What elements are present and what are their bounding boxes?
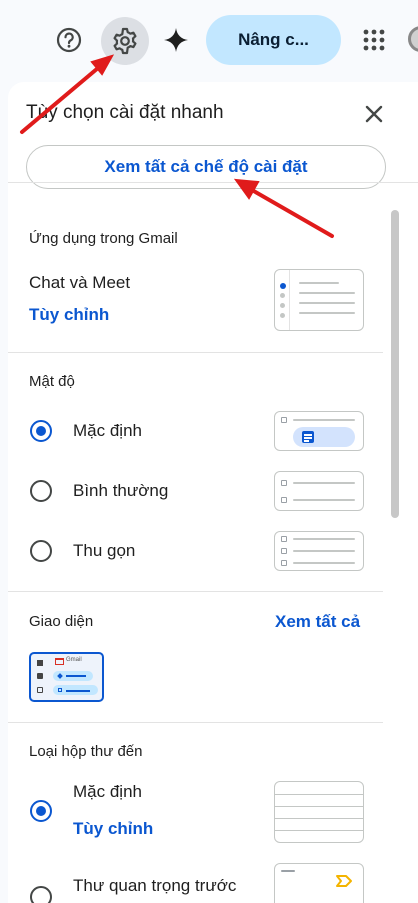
inbox-default-thumbnail xyxy=(274,781,364,843)
help-icon xyxy=(56,27,82,53)
density-compact-label[interactable]: Thu gọn xyxy=(73,541,135,561)
chat-meet-label: Chat và Meet xyxy=(29,273,131,292)
apps-grid-icon xyxy=(363,29,385,51)
section-divider xyxy=(8,591,383,592)
apps-customize-link[interactable]: Tùy chỉnh xyxy=(29,305,109,325)
inbox-default-radio[interactable] xyxy=(30,800,52,822)
help-button[interactable] xyxy=(47,18,91,62)
inbox-important-first-label[interactable]: Thư quan trọng trước xyxy=(73,876,236,896)
density-default-thumbnail xyxy=(274,411,364,451)
density-section-title: Mật độ xyxy=(29,373,75,390)
chat-meet-thumbnail xyxy=(274,269,364,331)
important-marker-icon xyxy=(336,875,352,887)
upgrade-button[interactable]: Nâng c... xyxy=(206,15,341,65)
density-comfortable-radio[interactable] xyxy=(30,480,52,502)
theme-thumbnail-brand: Gmail xyxy=(66,657,82,663)
apps-button[interactable] xyxy=(352,18,396,62)
density-compact-thumbnail xyxy=(274,531,364,571)
inbox-important-first-radio[interactable] xyxy=(30,886,52,903)
density-compact-radio[interactable] xyxy=(30,540,52,562)
theme-thumbnail[interactable]: Gmail xyxy=(29,652,104,702)
close-button[interactable] xyxy=(360,100,388,128)
inbox-important-first-thumbnail xyxy=(274,863,364,903)
density-default-radio[interactable] xyxy=(30,420,52,442)
gemini-spark-icon xyxy=(164,28,188,52)
see-all-settings-label: Xem tất cả chế độ cài đặt xyxy=(104,157,308,176)
top-bar: Nâng c... xyxy=(0,0,418,82)
avatar[interactable] xyxy=(408,26,418,52)
gemini-button[interactable] xyxy=(154,18,198,62)
upgrade-label: Nâng c... xyxy=(238,30,309,49)
inbox-default-label[interactable]: Mặc định xyxy=(73,782,142,802)
section-divider xyxy=(8,722,383,723)
close-icon xyxy=(365,105,383,123)
density-default-label[interactable]: Mặc định xyxy=(73,421,142,441)
inbox-type-section-title: Loại hộp thư đến xyxy=(29,743,143,760)
scrollbar-thumb[interactable] xyxy=(391,210,399,518)
settings-scroll-area[interactable]: Ứng dụng trong Gmail Chat và Meet Tùy ch… xyxy=(8,183,418,903)
apps-section-title: Ứng dụng trong Gmail xyxy=(29,230,178,247)
panel-title: Tùy chọn cài đặt nhanh xyxy=(26,102,224,123)
settings-button[interactable] xyxy=(101,17,149,65)
theme-view-all-link[interactable]: Xem tất cả xyxy=(275,612,360,632)
section-divider xyxy=(8,352,383,353)
inbox-default-customize-link[interactable]: Tùy chỉnh xyxy=(73,819,153,839)
density-comfortable-label[interactable]: Bình thường xyxy=(73,481,168,501)
gear-icon xyxy=(113,27,137,55)
density-comfortable-thumbnail xyxy=(274,471,364,511)
theme-section-title: Giao diện xyxy=(29,613,94,630)
quick-settings-panel: Tùy chọn cài đặt nhanh Xem tất cả chế độ… xyxy=(8,82,418,903)
